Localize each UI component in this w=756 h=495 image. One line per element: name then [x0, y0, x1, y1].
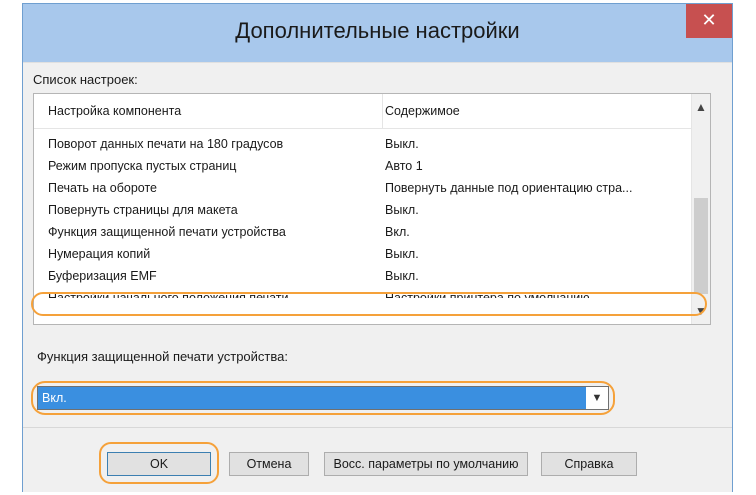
- scroll-up-icon[interactable]: ▲: [692, 98, 710, 116]
- setting-name: Поворот данных печати на 180 градусов: [48, 137, 284, 151]
- divider: [23, 427, 732, 428]
- list-item[interactable]: Печать на обороте Повернуть данные под о…: [34, 178, 694, 200]
- column-header-setting[interactable]: Настройка компонента: [48, 104, 181, 118]
- setting-name: Функция защищенной печати устройства: [48, 225, 286, 239]
- vertical-scrollbar[interactable]: ▲ ▼: [691, 94, 710, 324]
- ok-button-highlight-outline: [99, 442, 219, 484]
- list-item-selected[interactable]: Функция защищенной печати устройства Вкл…: [34, 222, 694, 244]
- close-button[interactable]: ✕: [686, 4, 732, 38]
- settings-list-label: Список настроек:: [33, 72, 138, 87]
- dropdown-highlight-outline: [31, 381, 615, 415]
- list-item[interactable]: Повернуть страницы для макета Выкл.: [34, 200, 694, 222]
- setting-name: Печать на обороте: [48, 181, 157, 195]
- advanced-settings-dialog: Дополнительные настройки ✕ Список настро…: [22, 3, 733, 492]
- close-icon: ✕: [701, 9, 717, 30]
- help-button[interactable]: Справка: [541, 452, 637, 476]
- settings-listbox[interactable]: Настройка компонента Содержимое Поворот …: [33, 93, 711, 325]
- list-item[interactable]: Поворот данных печати на 180 градусов Вы…: [34, 134, 694, 156]
- setting-value: Выкл.: [385, 137, 419, 151]
- restore-defaults-button[interactable]: Восс. параметры по умолчанию: [324, 452, 528, 476]
- setting-value: Повернуть данные под ориентацию стра...: [385, 181, 633, 195]
- list-item[interactable]: Нумерация копий Выкл.: [34, 244, 694, 266]
- setting-value: Выкл.: [385, 269, 419, 283]
- scrollbar-thumb[interactable]: [694, 198, 708, 294]
- list-item[interactable]: Режим пропуска пустых страниц Авто 1: [34, 156, 694, 178]
- list-header: Настройка компонента Содержимое: [34, 94, 694, 129]
- dialog-content: Список настроек: Настройка компонента Со…: [23, 62, 732, 492]
- title-bar[interactable]: Дополнительные настройки ✕: [23, 4, 732, 62]
- setting-value: Выкл.: [385, 247, 419, 261]
- setting-value: Авто 1: [385, 159, 423, 173]
- setting-name: Режим пропуска пустых страниц: [48, 159, 237, 173]
- dialog-title: Дополнительные настройки: [235, 18, 520, 43]
- column-divider[interactable]: [382, 94, 383, 128]
- list-item[interactable]: Буферизация EMF Выкл.: [34, 266, 694, 288]
- setting-value: Выкл.: [385, 203, 419, 217]
- setting-name: Нумерация копий: [48, 247, 151, 261]
- column-header-value[interactable]: Содержимое: [385, 104, 460, 118]
- setting-name: Повернуть страницы для макета: [48, 203, 238, 217]
- setting-detail-label: Функция защищенной печати устройства:: [37, 349, 288, 364]
- cancel-button[interactable]: Отмена: [229, 452, 309, 476]
- setting-value: Вкл.: [385, 225, 410, 239]
- selected-row-highlight-outline: [31, 292, 707, 316]
- setting-name: Буферизация EMF: [48, 269, 157, 283]
